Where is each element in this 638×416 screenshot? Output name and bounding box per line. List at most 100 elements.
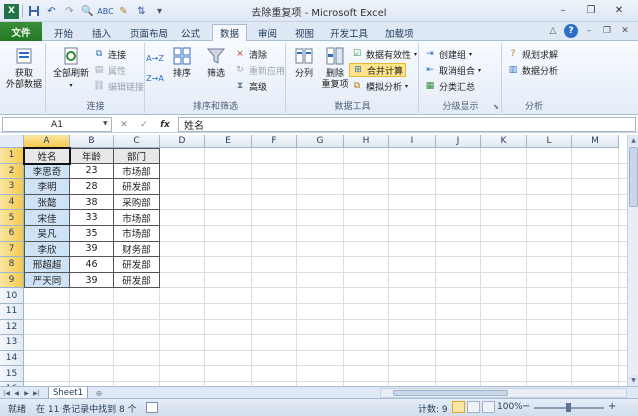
row-header-3[interactable]: 3 bbox=[0, 179, 24, 195]
zoom-out-button[interactable]: − bbox=[522, 401, 530, 412]
table-cell[interactable]: 23 bbox=[70, 163, 114, 180]
table-cell[interactable]: 财务部 bbox=[114, 241, 160, 258]
workbook-close-icon[interactable]: ✕ bbox=[618, 24, 632, 38]
table-cell[interactable]: 李欣 bbox=[24, 241, 70, 258]
table-header-cell[interactable]: 姓名 bbox=[24, 148, 70, 164]
column-header-d[interactable]: D bbox=[160, 135, 205, 148]
data-validation-button[interactable]: ☑ 数据有效性 ▾ bbox=[351, 47, 417, 61]
page-layout-view-button[interactable] bbox=[467, 401, 480, 413]
table-cell[interactable]: 宋佳 bbox=[24, 210, 70, 226]
vertical-scrollbar[interactable]: ▲ ▼ bbox=[627, 135, 638, 386]
get-external-data-button[interactable]: 获取 外部数据 bbox=[4, 45, 44, 91]
tab-formulas[interactable]: 公式 bbox=[174, 24, 207, 41]
horizontal-scroll-thumb[interactable] bbox=[393, 390, 508, 396]
edit-links-button[interactable]: ⛓ 编辑链接 bbox=[93, 79, 144, 93]
column-header-e[interactable]: E bbox=[205, 135, 252, 148]
remove-duplicates-button[interactable]: 删除 重复项 bbox=[319, 45, 351, 91]
table-cell[interactable]: 33 bbox=[70, 210, 114, 226]
minimize-button[interactable]: – bbox=[550, 2, 576, 18]
help-icon[interactable]: ? bbox=[564, 24, 578, 38]
prev-sheet-icon[interactable]: ◀ bbox=[12, 388, 21, 398]
last-sheet-icon[interactable]: ▶| bbox=[32, 388, 41, 398]
normal-view-button[interactable] bbox=[452, 401, 465, 413]
table-cell[interactable]: 研发部 bbox=[114, 179, 160, 195]
restore-button[interactable]: ❐ bbox=[578, 2, 604, 18]
tab-insert[interactable]: 插入 bbox=[85, 24, 118, 41]
filter-button[interactable]: 筛选 bbox=[200, 45, 232, 80]
close-button[interactable]: ✕ bbox=[606, 2, 632, 18]
column-header-j[interactable]: J bbox=[436, 135, 481, 148]
row-header-11[interactable]: 11 bbox=[0, 304, 24, 320]
column-header-k[interactable]: K bbox=[481, 135, 527, 148]
column-header-m[interactable]: M bbox=[572, 135, 619, 148]
consolidate-button[interactable]: ⊞ 合并计算 bbox=[349, 63, 407, 77]
text-to-columns-button[interactable]: 分列 bbox=[289, 45, 319, 80]
table-cell[interactable]: 39 bbox=[70, 241, 114, 258]
column-header-l[interactable]: L bbox=[527, 135, 572, 148]
column-header-b[interactable]: B bbox=[70, 135, 114, 148]
row-header-13[interactable]: 13 bbox=[0, 335, 24, 351]
refresh-all-button[interactable]: 全部刷新 ▾ bbox=[49, 45, 93, 91]
table-cell[interactable]: 吴凡 bbox=[24, 226, 70, 242]
tab-developer[interactable]: 开发工具 bbox=[323, 24, 375, 41]
table-cell[interactable]: 李思奇 bbox=[24, 163, 70, 180]
sort-a-z-button[interactable]: A→Z bbox=[146, 51, 164, 65]
insert-function-button[interactable]: fx bbox=[160, 120, 170, 130]
table-cell[interactable]: 市场部 bbox=[114, 226, 160, 242]
subtotal-button[interactable]: ▦ 分类汇总 bbox=[424, 79, 475, 93]
table-cell[interactable]: 38 bbox=[70, 194, 114, 211]
macro-record-icon[interactable] bbox=[146, 402, 158, 413]
table-header-cell[interactable]: 部门 bbox=[114, 148, 160, 164]
row-header-1[interactable]: 1 bbox=[0, 148, 24, 164]
next-sheet-icon[interactable]: ▶ bbox=[22, 388, 31, 398]
row-header-7[interactable]: 7 bbox=[0, 241, 24, 258]
table-cell[interactable]: 市场部 bbox=[114, 163, 160, 180]
solver-button[interactable]: ? 规划求解 bbox=[507, 47, 558, 61]
clear-filter-button[interactable]: ⨯ 清除 bbox=[234, 47, 267, 61]
scroll-up-icon[interactable]: ▲ bbox=[628, 135, 638, 146]
minimize-ribbon-icon[interactable]: △ bbox=[546, 24, 560, 38]
table-cell[interactable]: 研发部 bbox=[114, 257, 160, 273]
zoom-level[interactable]: 100% bbox=[497, 402, 523, 412]
scroll-down-icon[interactable]: ▼ bbox=[628, 375, 638, 386]
workbook-minimize-icon[interactable]: – bbox=[582, 24, 596, 38]
first-sheet-icon[interactable]: |◀ bbox=[2, 388, 11, 398]
tab-home[interactable]: 开始 bbox=[47, 24, 80, 41]
connections-button[interactable]: ⧉ 连接 bbox=[93, 47, 126, 61]
advanced-filter-button[interactable]: ⧗ 高级 bbox=[234, 79, 267, 93]
column-header-a[interactable]: A bbox=[24, 135, 70, 148]
zoom-in-button[interactable]: + bbox=[608, 401, 616, 412]
ungroup-button[interactable]: ⇤ 取消组合 ▾ bbox=[424, 63, 481, 77]
column-header-h[interactable]: H bbox=[344, 135, 389, 148]
page-break-view-button[interactable] bbox=[482, 401, 495, 413]
column-header-f[interactable]: F bbox=[252, 135, 297, 148]
column-header-c[interactable]: C bbox=[114, 135, 160, 148]
tab-data[interactable]: 数据 bbox=[212, 24, 248, 42]
row-header-4[interactable]: 4 bbox=[0, 194, 24, 211]
tab-page-layout[interactable]: 页面布局 bbox=[123, 24, 175, 41]
table-cell[interactable]: 严天同 bbox=[24, 272, 70, 289]
row-header-10[interactable]: 10 bbox=[0, 288, 24, 304]
select-all-corner[interactable] bbox=[0, 135, 24, 148]
table-cell[interactable]: 张懿 bbox=[24, 194, 70, 211]
outline-dialog-launcher-icon[interactable]: ⬊ bbox=[493, 103, 499, 111]
tab-view[interactable]: 视图 bbox=[288, 24, 321, 41]
insert-sheet-icon[interactable]: ⊕ bbox=[92, 388, 106, 398]
row-header-9[interactable]: 9 bbox=[0, 272, 24, 289]
horizontal-scrollbar[interactable] bbox=[380, 388, 627, 398]
table-cell[interactable]: 邢超超 bbox=[24, 257, 70, 273]
group-button[interactable]: ⇥ 创建组 ▾ bbox=[424, 47, 472, 61]
workbook-restore-icon[interactable]: ❐ bbox=[600, 24, 614, 38]
vertical-scroll-thumb[interactable] bbox=[629, 147, 638, 207]
tab-file[interactable]: 文件 bbox=[0, 22, 42, 41]
table-cell[interactable]: 采购部 bbox=[114, 194, 160, 211]
name-box[interactable]: A1 bbox=[2, 117, 112, 132]
table-cell[interactable]: 39 bbox=[70, 272, 114, 289]
data-analysis-button[interactable]: ▥ 数据分析 bbox=[507, 63, 558, 77]
row-header-14[interactable]: 14 bbox=[0, 350, 24, 367]
row-header-6[interactable]: 6 bbox=[0, 226, 24, 242]
column-header-g[interactable]: G bbox=[297, 135, 344, 148]
table-cell[interactable]: 46 bbox=[70, 257, 114, 273]
row-header-8[interactable]: 8 bbox=[0, 257, 24, 273]
worksheet-grid[interactable]: ABCDEFGHIJKLM1234567891011121314151617姓名… bbox=[0, 135, 627, 386]
